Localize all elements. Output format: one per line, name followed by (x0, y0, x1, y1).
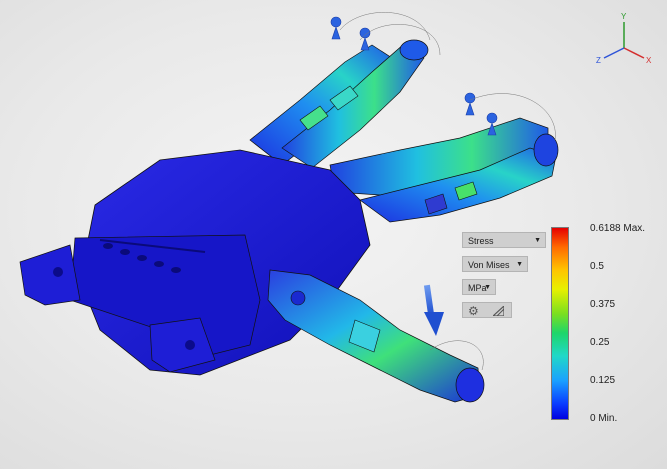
finger-right (329, 117, 559, 223)
legend-tick: 0.125 (590, 375, 616, 386)
legend-tick-max: 0.6188 Max. (590, 223, 646, 234)
result-type-label: Stress (468, 236, 494, 246)
unit-dropdown[interactable]: MPa ▼ (462, 279, 496, 295)
ramp-icon[interactable] (493, 306, 504, 316)
chevron-down-icon: ▼ (484, 284, 491, 291)
thumb (267, 269, 485, 403)
y-axis-label: Y (621, 12, 627, 21)
result-type-dropdown[interactable]: Stress ▼ (462, 232, 546, 248)
finger-upper-left (249, 39, 429, 169)
stress-color-legend (551, 227, 569, 420)
z-axis-line (603, 47, 625, 59)
legend-options-bar: ⚙ (462, 302, 512, 318)
gear-icon[interactable]: ⚙ (468, 303, 479, 319)
stress-component-dropdown[interactable]: Von Mises ▼ (462, 256, 528, 272)
load-arrow (423, 284, 444, 336)
legend-tick: 0.25 (590, 337, 610, 348)
x-axis-label: X (646, 56, 652, 65)
graphics-viewport[interactable]: Y X Z Stress ▼ Von Mises ▼ MPa ▼ ⚙ 0.618… (0, 0, 667, 469)
legend-tick: 0.375 (590, 299, 616, 310)
z-axis-label: Z (596, 56, 601, 65)
chevron-down-icon: ▼ (534, 237, 541, 244)
x-axis-line (623, 47, 645, 59)
legend-tick-min: 0 Min. (590, 413, 618, 424)
chevron-down-icon: ▼ (516, 261, 523, 268)
stress-component-label: Von Mises (468, 260, 510, 270)
view-triad[interactable]: Y X Z (588, 8, 660, 70)
legend-tick: 0.5 (590, 261, 604, 272)
palm-body (19, 149, 371, 376)
